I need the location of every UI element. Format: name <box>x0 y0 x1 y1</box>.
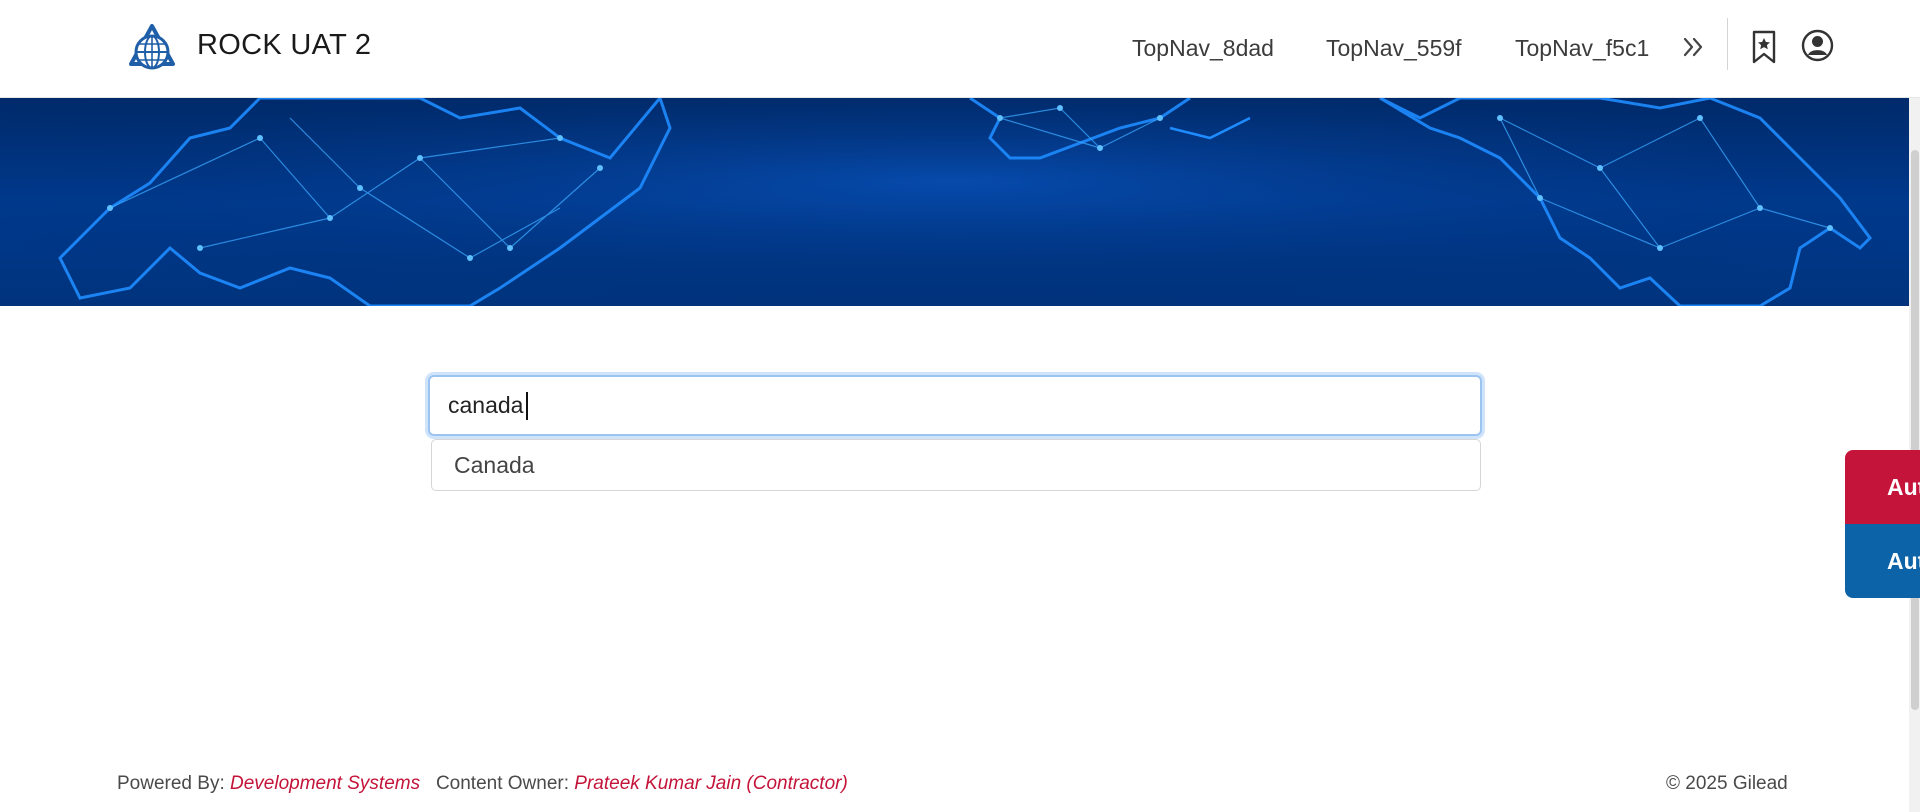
hero-banner <box>0 98 1909 306</box>
content-owner-link[interactable]: Prateek Kumar Jain (Contractor) <box>574 773 848 794</box>
side-tab-red[interactable]: Aut <box>1845 450 1920 524</box>
copyright: © 2025 Gilead <box>1666 773 1788 794</box>
text-caret <box>526 392 528 420</box>
topnav-link-559f[interactable]: TopNav_559f <box>1326 35 1462 62</box>
app-title[interactable]: ROCK UAT 2 <box>197 29 371 62</box>
search-input[interactable] <box>428 375 1482 436</box>
autocomplete-dropdown: Canada <box>431 439 1481 491</box>
double-chevron-right-icon[interactable] <box>1680 32 1708 62</box>
footer-credits: Powered By: Development Systems Content … <box>117 773 848 795</box>
world-network-map <box>0 98 1909 306</box>
footer: Powered By: Development Systems Content … <box>0 770 1909 800</box>
side-tab-blue[interactable]: Aut <box>1845 524 1920 598</box>
scrollbar-thumb[interactable] <box>1911 150 1919 710</box>
content-owner-label: Content Owner: <box>435 773 570 794</box>
top-nav: ROCK UAT 2 TopNav_8dad TopNav_559f TopNa… <box>0 0 1920 98</box>
topnav-link-8dad[interactable]: TopNav_8dad <box>1132 35 1274 62</box>
user-circle-icon[interactable] <box>1801 29 1834 62</box>
powered-by-label: Powered By: <box>117 773 225 794</box>
nav-divider <box>1727 18 1728 70</box>
bookmark-star-icon[interactable] <box>1749 29 1779 65</box>
powered-by-link[interactable]: Development Systems <box>230 773 420 794</box>
topnav-link-f5c1[interactable]: TopNav_f5c1 <box>1515 35 1649 62</box>
autocomplete-option-canada[interactable]: Canada <box>454 452 535 479</box>
globe-logo-icon[interactable] <box>126 24 178 74</box>
